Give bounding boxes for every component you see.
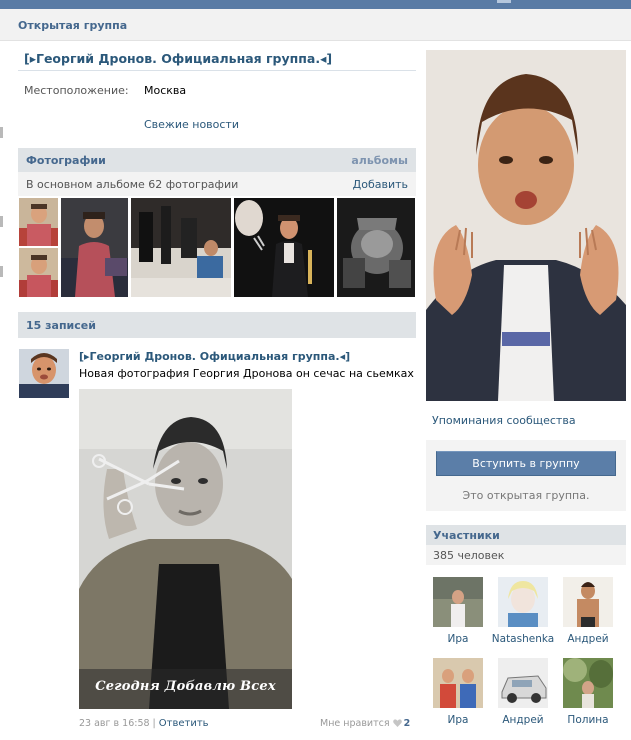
topbar-marker: [497, 0, 511, 3]
avatar[interactable]: [563, 658, 613, 708]
wall-posts-header: 15 записей: [18, 312, 416, 338]
album-photo-count: В основном альбоме 62 фотографии: [26, 178, 239, 191]
post-meta: 23 авг в 16:58 | Ответить: [79, 718, 209, 729]
avatar[interactable]: [563, 577, 613, 627]
location-label: Местоположение:: [24, 84, 129, 97]
community-mentions-link[interactable]: Упоминания сообщества: [432, 414, 576, 427]
member-name[interactable]: Ира: [426, 714, 490, 726]
divider: [18, 70, 416, 71]
post-photo-caption: Сегодня Добавлю Всех: [95, 679, 276, 694]
member-name[interactable]: Андрей: [491, 714, 555, 726]
member-name[interactable]: Natashenka: [491, 633, 555, 645]
post-author-avatar[interactable]: [19, 349, 69, 398]
open-group-note: Это открытая группа.: [462, 489, 590, 502]
member-name[interactable]: Ира: [426, 633, 490, 645]
latest-news-link[interactable]: Свежие новости: [144, 118, 239, 131]
photos-subheader: В основном альбоме 62 фотографии Добавит…: [18, 172, 416, 196]
reply-link[interactable]: Ответить: [159, 718, 209, 729]
member-item[interactable]: Полина: [556, 658, 620, 726]
photo-thumbnail[interactable]: [19, 198, 58, 246]
post-date: 23 авг в 16:58: [79, 718, 150, 729]
avatar[interactable]: [433, 577, 483, 627]
likes-count: 2: [403, 718, 411, 729]
albums-link[interactable]: альбомы: [351, 154, 408, 167]
avatar[interactable]: [433, 658, 483, 708]
members-count-bar: 385 человек: [426, 545, 626, 565]
photos-title-link[interactable]: Фотографии: [26, 154, 106, 167]
like-button[interactable]: Мне нравится 2: [320, 718, 410, 729]
group-main-photo[interactable]: [426, 50, 626, 401]
add-photo-link[interactable]: Добавить: [353, 178, 408, 191]
top-navigation-bar: [0, 0, 631, 9]
member-item[interactable]: Ира: [426, 577, 490, 645]
member-item[interactable]: Андрей: [556, 577, 620, 645]
post-author-link[interactable]: [▸Георгий Дронов. Официальная группа.◂]: [79, 350, 350, 363]
photo-thumbnail[interactable]: [234, 198, 334, 297]
members-title-link[interactable]: Участники: [433, 529, 500, 542]
left-edge-marker: [0, 216, 3, 227]
avatar[interactable]: [498, 577, 548, 627]
post-text: Новая фотография Георгия Дронова он сеча…: [79, 367, 414, 380]
member-item[interactable]: Natashenka: [491, 577, 555, 645]
group-name-heading: [▸Георгий Дронов. Официальная группа.◂]: [24, 51, 333, 66]
members-count: 385 человек: [433, 549, 505, 562]
meta-separator: |: [152, 718, 156, 729]
members-header: Участники: [426, 525, 626, 545]
member-name[interactable]: Андрей: [556, 633, 620, 645]
member-name[interactable]: Полина: [556, 714, 620, 726]
member-item[interactable]: Ира: [426, 658, 490, 726]
photo-thumbnail[interactable]: [337, 198, 415, 297]
location-value: Москва: [144, 84, 187, 97]
heart-icon: [392, 719, 402, 727]
member-item[interactable]: Андрей: [491, 658, 555, 726]
join-panel: Вступить в группу Это открытая группа.: [426, 440, 626, 511]
photo-thumbnail[interactable]: [131, 198, 231, 297]
wall-posts-count-link[interactable]: 15 записей: [26, 319, 96, 332]
page-title-bar: Открытая группа: [0, 9, 631, 41]
photo-thumbnail[interactable]: [19, 248, 58, 297]
join-group-button[interactable]: Вступить в группу: [436, 451, 616, 476]
page-title: Открытая группа: [18, 19, 128, 32]
photo-thumbnail[interactable]: [61, 198, 128, 297]
left-edge-marker: [0, 127, 3, 138]
avatar[interactable]: [498, 658, 548, 708]
photos-section-header: Фотографии альбомы: [18, 148, 416, 172]
post-photo[interactable]: Сегодня Добавлю Всех: [79, 389, 292, 709]
likes-label: Мне нравится: [320, 718, 390, 729]
left-edge-marker: [0, 266, 3, 277]
